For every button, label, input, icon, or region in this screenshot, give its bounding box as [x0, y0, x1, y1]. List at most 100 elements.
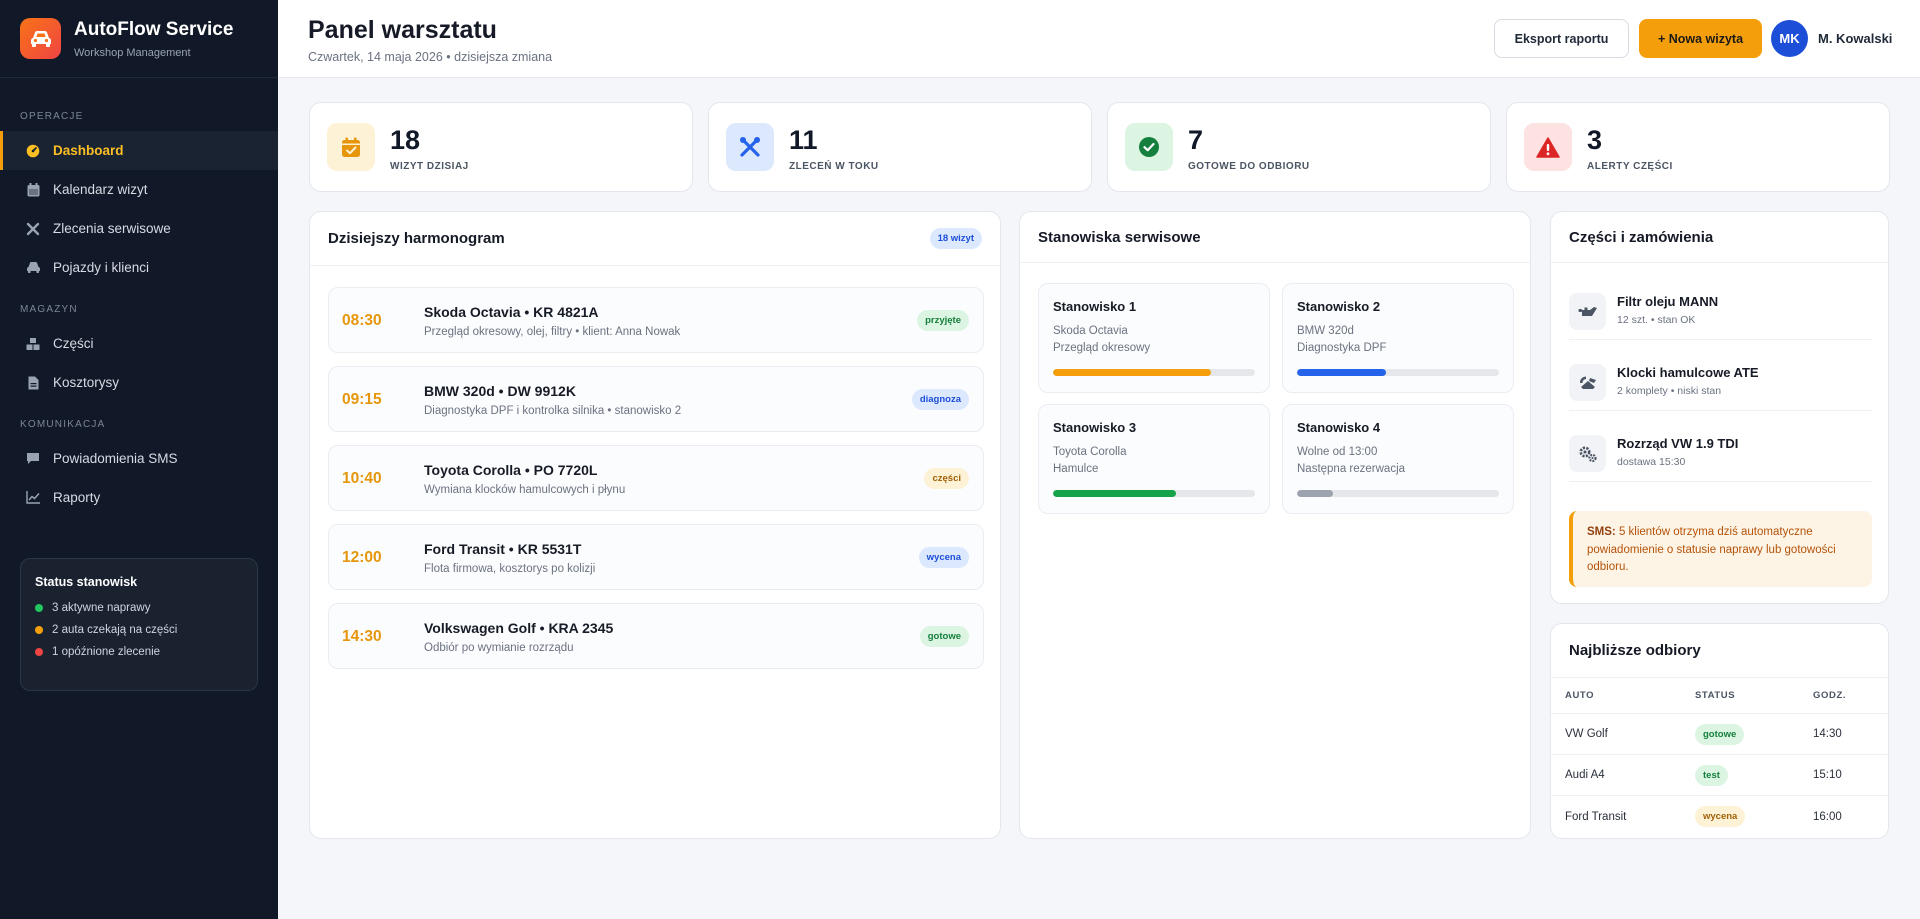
appointment-title: BMW 320d • DW 9912K	[424, 383, 576, 399]
message-icon	[25, 451, 41, 467]
tools-icon	[25, 221, 41, 237]
sidebar-item-label: Części	[53, 336, 94, 351]
column-header: AUTO	[1565, 690, 1595, 701]
station-card[interactable]: Stanowisko 2 BMW 320d Diagnostyka DPF	[1282, 283, 1514, 393]
appointment-desc: Odbiór po wymianie rozrządu	[424, 642, 574, 654]
station-card[interactable]: Stanowisko 1 Skoda Octavia Przegląd okre…	[1038, 283, 1270, 393]
pickup-time: 14:30	[1813, 728, 1842, 740]
pickups-table-header: AUTO STATUS GODZ.	[1551, 678, 1888, 714]
pickup-time: 15:10	[1813, 769, 1842, 781]
topbar: Panel warsztatu Czwartek, 14 maja 2026 •…	[278, 0, 1920, 78]
pickup-car: VW Golf	[1565, 728, 1608, 740]
tools-icon	[726, 123, 774, 171]
kpi-label: ALERTY CZĘŚCI	[1587, 161, 1673, 172]
appointment-title: Toyota Corolla • PO 7720L	[424, 462, 598, 478]
table-row[interactable]: Ford Transit wycena 16:00	[1551, 796, 1888, 837]
pickups-header: Najbliższe odbiory	[1551, 624, 1888, 678]
appointment-title: Volkswagen Golf • KRA 2345	[424, 620, 614, 636]
kpi-label: WIZYT DZISIAJ	[390, 161, 469, 172]
sidebar-item-parts[interactable]: Części	[0, 324, 278, 363]
kpi-value: 18	[390, 125, 421, 155]
station-name: Stanowisko 1	[1053, 299, 1137, 314]
check-circle-icon	[1125, 123, 1173, 171]
part-name: Rozrząd VW 1.9 TDI	[1617, 436, 1739, 451]
appointment-title: Ford Transit • KR 5531T	[424, 541, 582, 557]
oil-can-icon	[1569, 293, 1606, 330]
schedule-title: Dzisiejszy harmonogram	[328, 230, 505, 247]
station-vehicle: Skoda Octavia	[1053, 325, 1128, 337]
status-badge: gotowe	[919, 626, 969, 647]
station-task: Przegląd okresowy	[1053, 342, 1151, 354]
part-item[interactable]: Filtr oleju MANN 12 szt. • stan OK	[1569, 281, 1872, 340]
kpi-value: 11	[789, 125, 818, 155]
sidebar-item-dashboard[interactable]: Dashboard	[0, 131, 278, 170]
orange-dot-icon	[35, 626, 43, 634]
sidebar-item-sms[interactable]: Powiadomienia SMS	[0, 439, 278, 478]
schedule-header: Dzisiejszy harmonogram 18 wizyt	[310, 212, 1000, 266]
status-badge: części	[924, 468, 969, 489]
part-info: dostawa 15:30	[1617, 456, 1686, 468]
sidebar-item-reports[interactable]: Raporty	[0, 478, 278, 517]
station-task: Następna rezerwacja	[1297, 463, 1406, 475]
nav-section-operations: OPERACJE	[20, 111, 84, 122]
user-name[interactable]: M. Kowalski	[1818, 31, 1892, 46]
station-progress-fill	[1297, 490, 1334, 497]
part-name: Filtr oleju MANN	[1617, 294, 1719, 309]
appointment-time: 12:00	[342, 549, 382, 566]
appointment-item[interactable]: 14:30 Volkswagen Golf • KRA 2345 Odbiór …	[328, 603, 984, 669]
new-visit-button[interactable]: + Nowa wizyta	[1639, 19, 1762, 58]
sidebar-item-estimates[interactable]: Kosztorysy	[0, 363, 278, 402]
table-row[interactable]: VW Golf gotowe 14:30	[1551, 714, 1888, 755]
appointment-item[interactable]: 09:15 BMW 320d • DW 9912K Diagnostyka DP…	[328, 366, 984, 432]
sidebar-item-label: Raporty	[53, 490, 101, 505]
station-vehicle: Toyota Corolla	[1053, 446, 1127, 458]
station-name: Stanowisko 2	[1297, 299, 1381, 314]
station-progress-fill	[1053, 369, 1211, 376]
car-icon	[25, 260, 41, 276]
calendar-icon	[25, 182, 41, 198]
page-title: Panel warsztatu	[308, 16, 497, 44]
appointment-time: 08:30	[342, 312, 382, 329]
table-row[interactable]: Audi A4 test 15:10	[1551, 755, 1888, 796]
appointment-time: 09:15	[342, 391, 382, 408]
export-report-button[interactable]: Eksport raportu	[1494, 19, 1629, 58]
avatar[interactable]: MK	[1771, 20, 1808, 57]
part-item[interactable]: Klocki hamulcowe ATE 2 komplety • niski …	[1569, 352, 1872, 411]
calendar-check-icon	[327, 123, 375, 171]
kpi-label: ZLECEŃ W TOKU	[789, 161, 879, 172]
station-card[interactable]: Stanowisko 3 Toyota Corolla Hamulce	[1038, 404, 1270, 514]
nav-section-warehouse: MAGAZYN	[20, 304, 78, 315]
sms-notice: SMS: 5 klientów otrzyma dziś automatyczn…	[1569, 511, 1872, 587]
station-card[interactable]: Stanowisko 4 Wolne od 13:00 Następna rez…	[1282, 404, 1514, 514]
status-badge: test	[1695, 764, 1728, 786]
status-badge: wycena	[918, 547, 969, 568]
sms-text: 5 klientów otrzyma dziś automatyczne pow…	[1587, 526, 1836, 573]
sms-label: SMS:	[1587, 526, 1616, 538]
appointment-time: 10:40	[342, 470, 382, 487]
sidebar-item-label: Kalendarz wizyt	[53, 182, 148, 197]
appointment-item[interactable]: 12:00 Ford Transit • KR 5531T Flota firm…	[328, 524, 984, 590]
pickups-card: Najbliższe odbiory AUTO STATUS GODZ. VW …	[1550, 623, 1889, 839]
page-subtitle: Czwartek, 14 maja 2026 • dzisiejsza zmia…	[308, 50, 553, 64]
status-row-text: 1 opóźnione zlecenie	[52, 646, 161, 658]
appointment-desc: Wymiana klocków hamulcowych i płynu	[424, 484, 626, 496]
appointment-item[interactable]: 10:40 Toyota Corolla • PO 7720L Wymiana …	[328, 445, 984, 511]
schedule-card: Dzisiejszy harmonogram 18 wizyt 08:30 Sk…	[309, 211, 1001, 839]
sidebar-item-calendar[interactable]: Kalendarz wizyt	[0, 170, 278, 209]
station-name: Stanowisko 4	[1297, 420, 1381, 435]
kpi-card-alerts: 3 ALERTY CZĘŚCI	[1506, 102, 1890, 192]
sidebar-item-orders[interactable]: Zlecenia serwisowe	[0, 209, 278, 248]
part-item[interactable]: Rozrząd VW 1.9 TDI dostawa 15:30	[1569, 423, 1872, 482]
sidebar-item-vehicles[interactable]: Pojazdy i klienci	[0, 248, 278, 287]
station-vehicle: BMW 320d	[1297, 325, 1354, 337]
brake-icon	[1569, 364, 1606, 401]
appointment-item[interactable]: 08:30 Skoda Octavia • KR 4821A Przegląd …	[328, 287, 984, 353]
parts-header: Części i zamówienia	[1551, 212, 1888, 263]
car-logo-icon	[20, 18, 61, 59]
kpi-card-orders: 11 ZLECEŃ W TOKU	[708, 102, 1092, 192]
cubes-icon	[25, 336, 41, 352]
part-name: Klocki hamulcowe ATE	[1617, 365, 1759, 380]
station-name: Stanowisko 3	[1053, 420, 1137, 435]
sidebar-item-label: Powiadomienia SMS	[53, 451, 178, 466]
chart-icon	[25, 490, 41, 506]
